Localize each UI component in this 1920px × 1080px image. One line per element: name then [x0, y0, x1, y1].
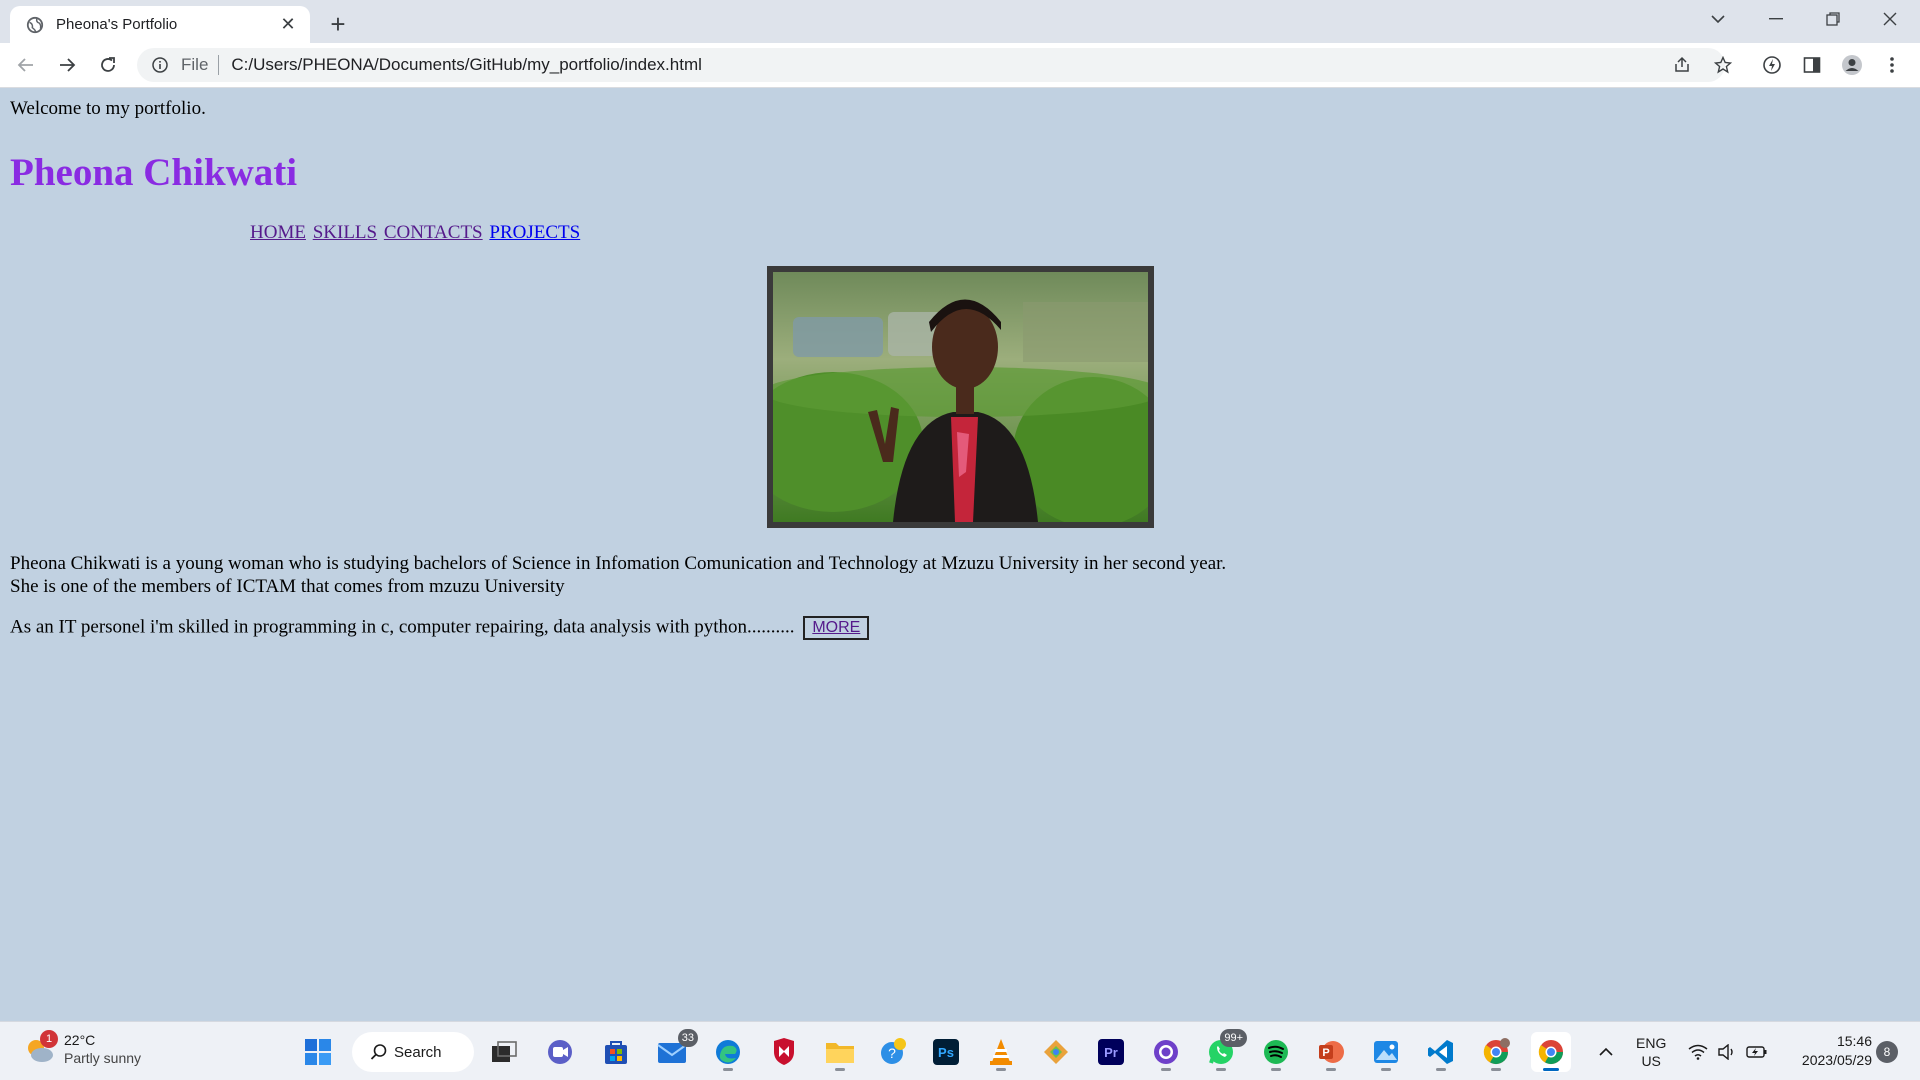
- start-windows-icon[interactable]: [298, 1032, 338, 1072]
- menu-kebab-icon[interactable]: [1876, 49, 1908, 81]
- address-divider: [218, 55, 220, 75]
- file-explorer-icon[interactable]: [820, 1032, 860, 1072]
- minimize-icon[interactable]: [1748, 0, 1804, 38]
- page-title: Pheona Chikwati: [10, 151, 298, 194]
- mail-badge: 33: [677, 1029, 698, 1047]
- show-hidden-icons[interactable]: [1598, 1022, 1614, 1080]
- new-tab-button[interactable]: +: [322, 8, 354, 40]
- premiere-pro-icon[interactable]: Pr: [1091, 1032, 1131, 1072]
- search-label: Search: [394, 1043, 442, 1061]
- address-bar[interactable]: File C:/Users/PHEONA/Documents/GitHub/my…: [137, 48, 1725, 82]
- nav-link-contacts[interactable]: CONTACTS: [384, 222, 483, 243]
- snip-tool-icon[interactable]: [1036, 1032, 1076, 1072]
- skills-paragraph: As an IT personel i'm skilled in program…: [10, 616, 870, 640]
- reload-icon[interactable]: [92, 49, 124, 81]
- vlc-icon[interactable]: [981, 1032, 1021, 1072]
- weather-widget[interactable]: 1 22°C Partly sunny: [22, 1030, 142, 1067]
- nav-link-skills[interactable]: SKILLS: [313, 222, 377, 243]
- svg-text:P: P: [1322, 1047, 1329, 1059]
- browser-tab[interactable]: Pheona's Portfolio ✕: [10, 6, 310, 43]
- teams-chat-icon[interactable]: [540, 1032, 580, 1072]
- search-icon: [370, 1044, 387, 1060]
- welcome-text: Welcome to my portfolio.: [10, 98, 206, 119]
- github-desktop-icon[interactable]: [1146, 1032, 1186, 1072]
- more-button[interactable]: MORE: [803, 616, 870, 640]
- side-panel-icon[interactable]: [1796, 49, 1828, 81]
- volume-icon[interactable]: [1717, 1022, 1737, 1080]
- whatsapp-badge: 99+: [1220, 1029, 1247, 1047]
- nav-links: HOME SKILLS CONTACTS PROJECTS: [250, 222, 582, 244]
- lang-top: ENG: [1636, 1034, 1667, 1051]
- help-icon[interactable]: ?: [873, 1032, 913, 1072]
- notification-badge[interactable]: 8: [1876, 1041, 1898, 1063]
- weather-temp: 22°C: [64, 1032, 96, 1048]
- task-view-icon[interactable]: [484, 1032, 524, 1072]
- photos-icon[interactable]: [1366, 1032, 1406, 1072]
- system-clock[interactable]: 15:46 2023/05/29: [1782, 1032, 1872, 1070]
- taskbar-search[interactable]: Search: [352, 1032, 474, 1072]
- windows-taskbar: 1 22°C Partly sunny Search 33 ? Ps Pr 99…: [0, 1021, 1920, 1080]
- svg-text:Pr: Pr: [1104, 1045, 1118, 1060]
- wifi-icon[interactable]: [1688, 1022, 1708, 1080]
- clock-date: 2023/05/29: [1801, 1052, 1872, 1068]
- performance-icon[interactable]: [1756, 49, 1788, 81]
- partly-sunny-icon: 1: [22, 1030, 58, 1066]
- vscode-icon[interactable]: [1421, 1032, 1461, 1072]
- profile-avatar-icon[interactable]: [1836, 49, 1868, 81]
- browser-toolbar: File C:/Users/PHEONA/Documents/GitHub/my…: [0, 43, 1920, 88]
- bio-paragraph: Pheona Chikwati is a young woman who is …: [10, 552, 1226, 598]
- tab-search-chevron-icon[interactable]: [1690, 0, 1746, 38]
- microsoft-store-icon[interactable]: [596, 1032, 636, 1072]
- language-indicator[interactable]: ENG US: [1636, 1022, 1666, 1080]
- whatsapp-icon[interactable]: 99+: [1201, 1029, 1247, 1072]
- chevron-up-icon: [1599, 1047, 1613, 1056]
- chrome-profile-icon[interactable]: [1476, 1032, 1516, 1072]
- nav-link-projects[interactable]: PROJECTS: [489, 222, 580, 243]
- site-info-icon[interactable]: [151, 56, 169, 74]
- clock-time: 15:46: [1836, 1033, 1872, 1049]
- weather-desc: Partly sunny: [64, 1050, 142, 1066]
- chrome-icon[interactable]: [1531, 1032, 1571, 1072]
- mail-icon[interactable]: 33: [652, 1029, 698, 1072]
- bio-line-2: She is one of the members of ICTAM that …: [10, 576, 565, 597]
- powerpoint-icon[interactable]: P: [1311, 1032, 1351, 1072]
- tab-strip: Pheona's Portfolio ✕ +: [0, 0, 1920, 43]
- battery-icon[interactable]: [1746, 1022, 1768, 1080]
- spotify-icon[interactable]: [1256, 1032, 1296, 1072]
- share-icon[interactable]: [1667, 50, 1697, 80]
- back-arrow-icon[interactable]: [10, 49, 42, 81]
- svg-text:?: ?: [888, 1045, 896, 1061]
- forward-arrow-icon[interactable]: [51, 49, 83, 81]
- skills-text: As an IT personel i'm skilled in program…: [10, 616, 795, 638]
- close-window-icon[interactable]: [1862, 0, 1918, 38]
- bio-line-1: Pheona Chikwati is a young woman who is …: [10, 553, 1227, 574]
- close-tab-icon[interactable]: ✕: [276, 13, 300, 37]
- tab-title: Pheona's Portfolio: [56, 16, 178, 33]
- edge-browser-icon[interactable]: [708, 1032, 748, 1072]
- lang-bottom: US: [1641, 1052, 1661, 1069]
- svg-text:Ps: Ps: [938, 1045, 954, 1060]
- page-viewport: Welcome to my portfolio. Pheona Chikwati…: [0, 88, 1920, 1021]
- weather-alert-badge: 1: [40, 1030, 58, 1048]
- profile-photo-image: [743, 272, 1173, 527]
- restore-icon[interactable]: [1805, 0, 1861, 38]
- mcafee-icon[interactable]: [764, 1032, 804, 1072]
- address-url[interactable]: C:/Users/PHEONA/Documents/GitHub/my_port…: [231, 55, 702, 75]
- bookmark-star-icon[interactable]: [1708, 50, 1738, 80]
- profile-photo: [743, 266, 1173, 528]
- address-scheme: File: [181, 55, 209, 74]
- nav-link-home[interactable]: HOME: [250, 222, 306, 243]
- photoshop-icon[interactable]: Ps: [926, 1032, 966, 1072]
- globe-icon: [26, 16, 44, 33]
